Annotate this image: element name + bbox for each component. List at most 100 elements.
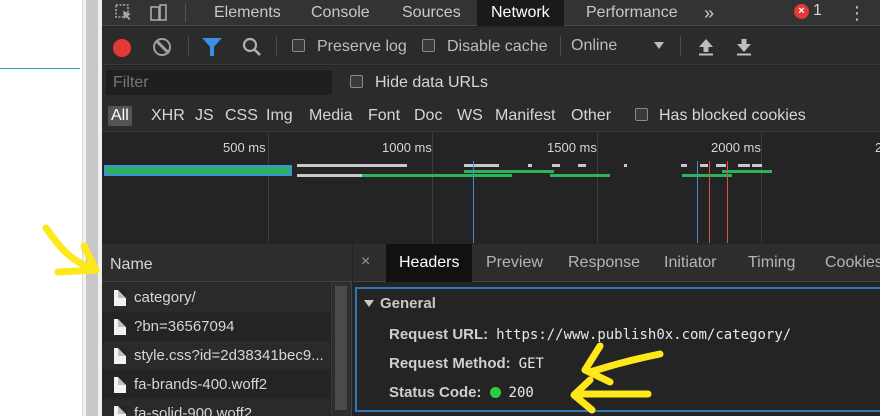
disable-cache-checkbox[interactable] — [422, 39, 435, 52]
disable-cache-label: Disable cache — [447, 38, 548, 55]
request-bar — [752, 164, 762, 167]
webpage-viewport — [0, 0, 82, 416]
tab-network[interactable]: Network — [477, 0, 564, 26]
triangle-down-icon — [364, 300, 374, 307]
preserve-log-label: Preserve log — [317, 38, 407, 55]
timeline-tick-label: 2000 ms — [711, 140, 761, 155]
status-code-row: Status Code: 200 — [389, 384, 534, 401]
timeline-tick-label: 1000 ms — [382, 140, 432, 155]
tab-console[interactable]: Console — [311, 0, 370, 26]
type-all[interactable]: All — [108, 106, 132, 126]
request-name: fa-brands-400.woff2 — [134, 376, 268, 393]
filter-row: Hide data URLs — [102, 66, 880, 99]
name-column-header[interactable]: Name — [102, 244, 352, 282]
request-row-fa-solid[interactable]: fa-solid-900.woff2 — [102, 399, 330, 416]
hide-data-urls-checkbox[interactable] — [350, 75, 363, 88]
document-icon — [114, 347, 126, 364]
type-other[interactable]: Other — [568, 106, 614, 126]
tab-cookies[interactable]: Cookies — [825, 244, 880, 282]
device-toolbar-icon[interactable] — [148, 2, 170, 24]
request-name-column: Name category/ ?bn=36567094 style.css?id… — [102, 244, 352, 416]
type-manifest[interactable]: Manifest — [492, 106, 558, 126]
search-icon[interactable] — [242, 37, 262, 57]
request-row-fa-brands[interactable]: fa-brands-400.woff2 — [102, 370, 330, 399]
toolbar-separator — [560, 36, 561, 56]
export-har-icon[interactable] — [735, 37, 753, 57]
inspect-element-icon[interactable] — [113, 2, 135, 24]
tab-response[interactable]: Response — [568, 244, 640, 282]
detail-tabbar: × Headers Preview Response Initiator Tim… — [353, 244, 880, 282]
type-doc[interactable]: Doc — [411, 106, 445, 126]
request-bar — [104, 165, 292, 176]
type-css[interactable]: CSS — [222, 106, 261, 126]
timeline-gridline — [432, 133, 433, 243]
document-icon — [114, 289, 126, 306]
request-method-row: Request Method: GET — [389, 355, 544, 372]
tab-timing[interactable]: Timing — [748, 244, 795, 282]
close-icon[interactable]: × — [361, 253, 370, 271]
tab-sources[interactable]: Sources — [402, 0, 461, 26]
dom-content-loaded-marker — [473, 161, 474, 243]
more-tabs-icon[interactable]: » — [704, 0, 714, 26]
request-bar — [464, 170, 554, 173]
document-icon — [114, 318, 126, 335]
devtools-menu-icon[interactable]: ⋮ — [848, 0, 866, 26]
general-section-toggle[interactable]: General — [364, 295, 436, 312]
request-row-category[interactable]: category/ — [102, 283, 330, 312]
type-media[interactable]: Media — [306, 106, 356, 126]
type-ws[interactable]: WS — [454, 106, 486, 126]
request-bar — [362, 174, 512, 177]
devtools-tabbar: Elements Console Sources Network Perform… — [102, 0, 880, 26]
request-name: fa-solid-900.woff2 — [134, 405, 253, 416]
filter-input[interactable] — [106, 70, 332, 95]
hide-data-urls-label: Hide data URLs — [375, 74, 488, 91]
tab-initiator[interactable]: Initiator — [664, 244, 716, 282]
clear-icon[interactable] — [153, 38, 171, 56]
tab-elements[interactable]: Elements — [214, 0, 281, 26]
network-toolbar: Preserve log Disable cache Online — [102, 27, 880, 65]
request-detail-pane: × Headers Preview Response Initiator Tim… — [353, 244, 880, 416]
timeline-tick-label: 1500 ms — [547, 140, 597, 155]
request-bar — [738, 164, 750, 167]
request-bar — [682, 174, 732, 177]
request-row-bn[interactable]: ?bn=36567094 — [102, 312, 330, 341]
request-bar — [716, 164, 726, 167]
request-list-scrollbar-thumb[interactable] — [335, 286, 347, 410]
request-row-style-css[interactable]: style.css?id=2d38341bec9... — [102, 341, 330, 370]
filter-icon[interactable] — [202, 38, 222, 56]
type-img[interactable]: Img — [263, 106, 296, 126]
request-name: category/ — [134, 289, 196, 306]
load-event-marker — [709, 161, 710, 243]
request-bar — [578, 164, 586, 167]
has-blocked-cookies-checkbox[interactable] — [635, 108, 648, 121]
error-count-badge[interactable]: × 1 — [794, 2, 822, 20]
network-overview-timeline[interactable]: 500 ms 1000 ms 1500 ms 2000 ms 2 — [102, 133, 880, 243]
import-har-icon[interactable] — [697, 37, 715, 57]
devtools-panel: Elements Console Sources Network Perform… — [102, 0, 880, 416]
tabbar-separator — [185, 4, 186, 22]
request-name: style.css?id=2d38341bec9... — [134, 347, 324, 364]
webpage-scrollbar-thumb[interactable] — [86, 0, 98, 416]
type-font[interactable]: Font — [365, 106, 403, 126]
type-js[interactable]: JS — [192, 106, 217, 126]
request-bar — [722, 170, 772, 173]
tab-performance[interactable]: Performance — [586, 0, 678, 26]
document-icon — [114, 376, 126, 393]
type-xhr[interactable]: XHR — [148, 106, 188, 126]
chevron-down-icon — [654, 42, 664, 49]
tab-headers[interactable]: Headers — [386, 244, 473, 282]
general-section: General Request URL: https://www.publish… — [355, 287, 880, 412]
general-section-title: General — [380, 295, 436, 312]
tab-preview[interactable]: Preview — [486, 244, 543, 282]
request-bar — [464, 164, 499, 167]
record-icon[interactable] — [113, 39, 131, 57]
error-icon: × — [794, 3, 809, 19]
request-bar — [297, 164, 407, 167]
request-url-row: Request URL: https://www.publish0x.com/c… — [389, 326, 791, 343]
timeline-gridline — [761, 133, 762, 243]
throttling-select[interactable]: Online — [571, 37, 669, 57]
preserve-log-checkbox[interactable] — [292, 39, 305, 52]
status-code-label: Status Code: — [389, 384, 482, 401]
request-bar — [700, 164, 708, 167]
timeline-gridline — [268, 133, 269, 243]
